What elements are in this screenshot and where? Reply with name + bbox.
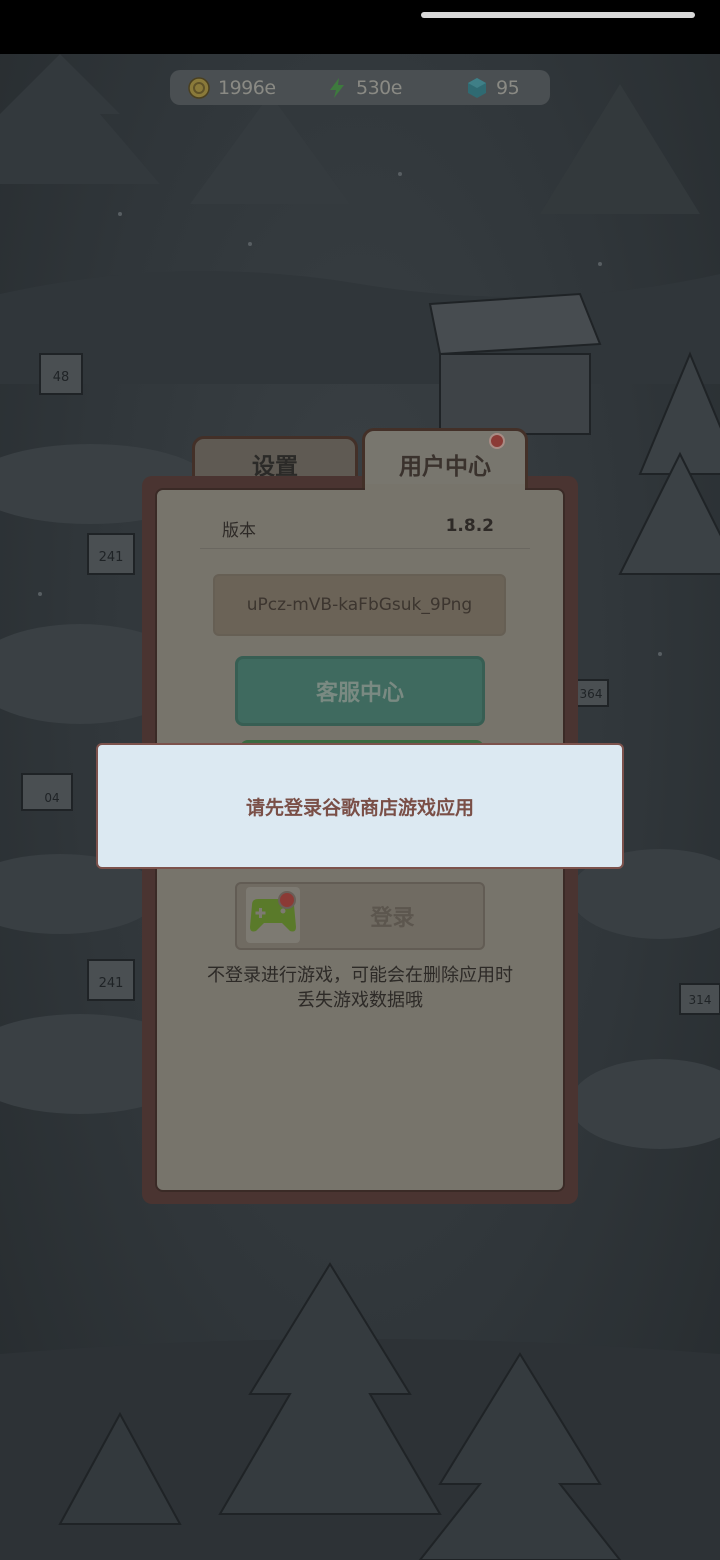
customer-service-label: 客服中心	[315, 681, 404, 706]
toast-dialog: 请先登录谷歌商店游戏应用	[96, 743, 624, 869]
warning-line-1: 不登录进行游戏，可能会在删除应用时	[207, 965, 513, 986]
gesture-indicator	[421, 12, 695, 18]
coin-icon	[188, 76, 210, 99]
user-id-field[interactable]: uPcz-mVB-kaFbGsuk_9Png	[213, 574, 506, 636]
divider	[200, 548, 530, 549]
gems-counter[interactable]: 95	[466, 70, 520, 105]
login-label: 登录	[370, 906, 415, 931]
status-bar	[0, 0, 720, 54]
version-label: 版本	[222, 521, 256, 541]
version-value: 1.8.2	[445, 516, 494, 536]
toast-message: 请先登录谷歌商店游戏应用	[245, 796, 474, 819]
sign-364-label: 364	[580, 687, 603, 701]
data-loss-warning: 不登录进行游戏，可能会在删除应用时 丢失游戏数据哦	[180, 963, 540, 1013]
warning-line-2: 丢失游戏数据哦	[297, 990, 423, 1011]
scene-crate-04: 04	[21, 773, 73, 811]
gems-value: 95	[496, 76, 520, 99]
lightning-icon	[330, 77, 344, 98]
customer-service-button[interactable]: 客服中心	[235, 656, 485, 726]
notification-badge	[489, 433, 505, 449]
scene-sign-241-bottom: 241	[87, 959, 135, 1001]
scene-sign-364: 364	[573, 679, 609, 707]
energy-counter[interactable]: 530e	[326, 70, 402, 105]
crate-04-label: 04	[44, 791, 59, 805]
sign-241a-label: 241	[99, 550, 124, 565]
user-id-text: uPcz-mVB-kaFbGsuk_9Png	[246, 595, 473, 615]
coins-counter[interactable]: 1996e	[188, 70, 276, 105]
login-notification-badge	[278, 891, 296, 909]
sign-314-label: 314	[689, 993, 712, 1007]
scene-sign-241-top: 241	[87, 533, 135, 575]
login-button-label-wrap[interactable]: 登录	[300, 882, 485, 950]
scene-sign-314: 314	[679, 983, 720, 1015]
sign-48-label: 48	[53, 370, 70, 385]
energy-value: 530e	[356, 76, 402, 99]
sign-241b-label: 241	[99, 976, 124, 991]
coins-value: 1996e	[218, 76, 276, 99]
scene-sign-48: 48	[39, 353, 83, 395]
gem-cube-icon	[468, 77, 486, 98]
resource-bar: 1996e 530e 95	[170, 70, 550, 105]
tab-user-center-label: 用户中心	[399, 453, 491, 480]
